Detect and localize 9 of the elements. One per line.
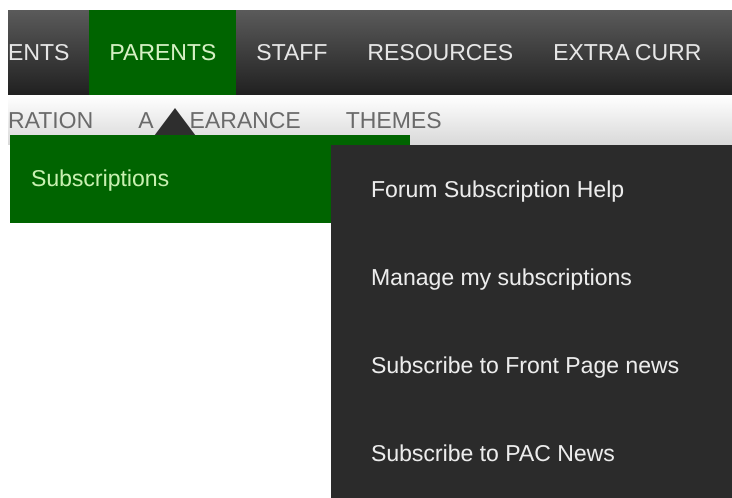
menu-tab[interactable]: EXTRA CURR (533, 10, 722, 95)
menu-tab[interactable]: PARENTS (89, 10, 236, 95)
flyout-item[interactable]: Subscribe to Front Page news (331, 322, 732, 410)
flyout-item[interactable]: Manage my subscriptions (331, 233, 732, 322)
menu-tab[interactable]: STAFF (236, 10, 348, 95)
flyout-item[interactable]: Subscribe to PAC News (331, 410, 732, 498)
menu-tab[interactable]: RESOURCES (347, 10, 534, 95)
flyout-item[interactable]: Forum Subscription Help (331, 145, 732, 234)
menu-tab[interactable]: ENTS (8, 10, 90, 95)
